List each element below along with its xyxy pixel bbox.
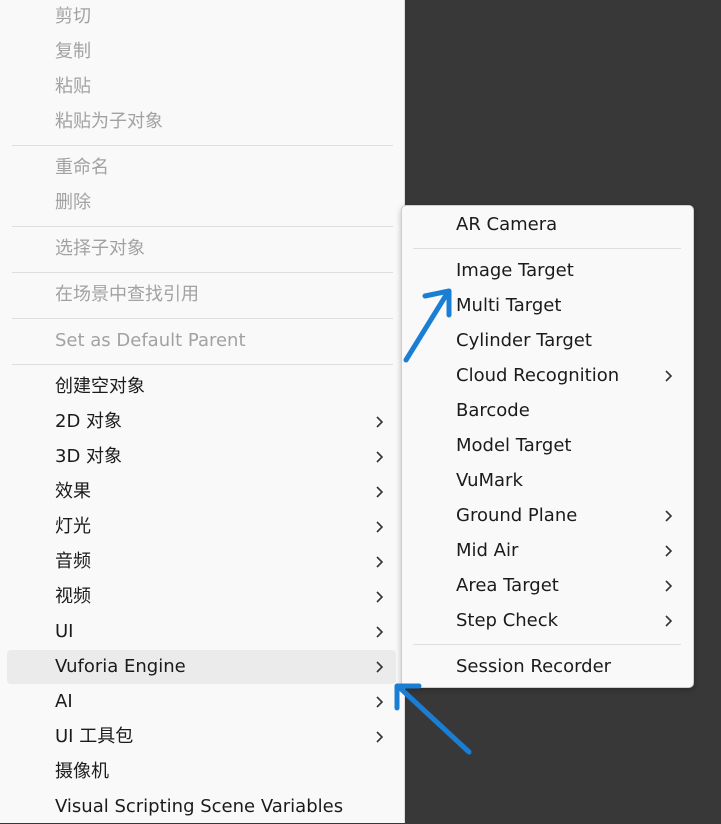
arrow-annotation-icon <box>394 683 472 755</box>
arrow-annotation-icon <box>403 288 452 363</box>
annotation-arrows <box>394 288 472 755</box>
